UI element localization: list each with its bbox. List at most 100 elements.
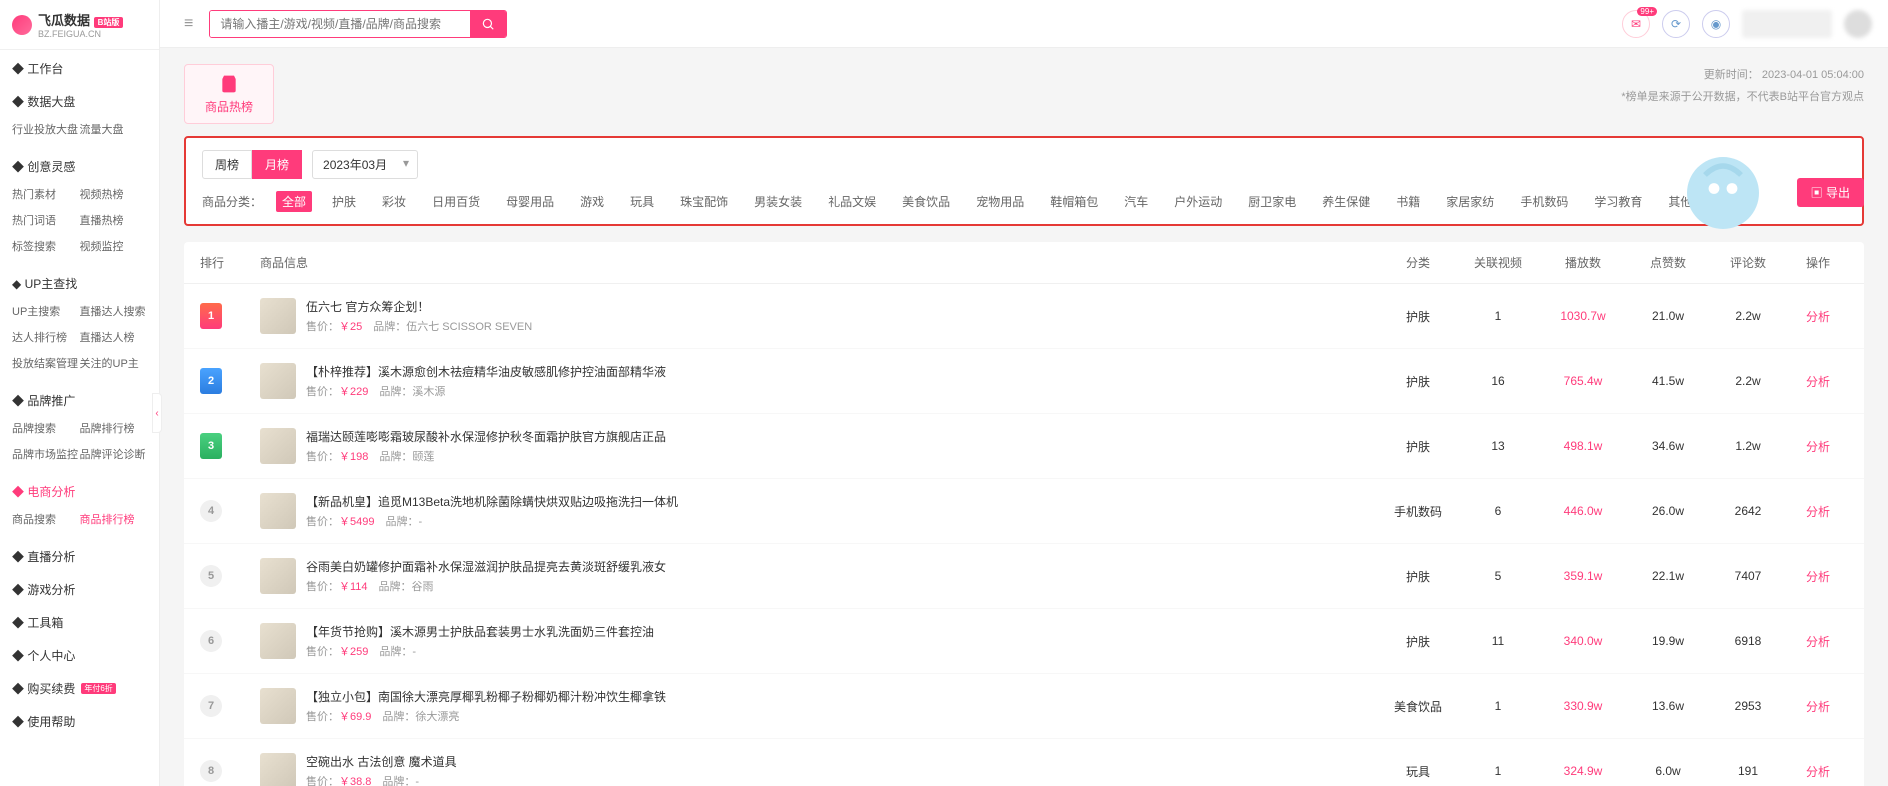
nav-group-4[interactable]: ◆ 品牌推广 [0, 382, 159, 415]
product-title[interactable]: 谷雨美白奶罐修护面霜补水保湿滋润护肤品提亮去黄淡斑舒缓乳液女 [306, 558, 666, 575]
nav-item[interactable]: 直播热榜 [80, 207, 148, 233]
nav-item[interactable]: 流量大盘 [80, 116, 148, 142]
month-select[interactable]: 2023年03月 [312, 150, 418, 179]
category-item[interactable]: 其他 [1662, 191, 1698, 212]
product-title[interactable]: 【新品机皇】追觅M13Beta洗地机除菌除螨快烘双贴边吸拖洗扫一体机 [306, 493, 678, 510]
cell-likes: 26.0w [1628, 504, 1708, 518]
nav-item[interactable]: 投放结案管理 [12, 350, 80, 376]
hot-rank-card[interactable]: 商品热榜 [184, 64, 274, 124]
nav-item[interactable]: UP主搜索 [12, 298, 80, 324]
category-item[interactable]: 户外运动 [1168, 191, 1228, 212]
category-item[interactable]: 彩妆 [376, 191, 412, 212]
nav-item[interactable]: 商品搜索 [12, 506, 80, 532]
nav-group-0[interactable]: ◆ 工作台 [0, 50, 159, 83]
logo[interactable]: 飞瓜数据 B站版 BZ.FEIGUA.CN [0, 0, 159, 50]
nav-item[interactable]: 标签搜索 [12, 233, 80, 259]
nav-item[interactable]: 品牌排行榜 [80, 415, 148, 441]
nav-item[interactable]: 行业投放大盘 [12, 116, 80, 142]
nav-group-9[interactable]: ◆ 个人中心 [0, 637, 159, 670]
category-item[interactable]: 美食饮品 [896, 191, 956, 212]
category-item[interactable]: 全部 [276, 191, 312, 212]
sidebar-collapse[interactable]: ‹ [152, 393, 162, 433]
period-tab-month[interactable]: 月榜 [252, 150, 302, 179]
help-icon[interactable]: ⟳ [1662, 10, 1690, 38]
nav-item[interactable]: 直播达人搜索 [80, 298, 148, 324]
nav-group-6[interactable]: ◆ 直播分析 [0, 538, 159, 571]
topbar: ≡ ✉99+ ⟳ ◉ [160, 0, 1888, 48]
nav-group-8[interactable]: ◆ 工具箱 [0, 604, 159, 637]
nav-item[interactable]: 品牌评论诊断 [80, 441, 148, 467]
category-item[interactable]: 鞋帽箱包 [1044, 191, 1104, 212]
nav-item[interactable]: 热门素材 [12, 181, 80, 207]
nav-item[interactable]: 视频监控 [80, 233, 148, 259]
category-item[interactable]: 汽车 [1118, 191, 1154, 212]
product-title[interactable]: 福瑞达颐莲嘭嘭霜玻尿酸补水保湿修护秋冬面霜护肤官方旗舰店正品 [306, 428, 666, 445]
product-thumb[interactable] [260, 558, 296, 594]
cell-plays: 446.0w [1538, 504, 1628, 518]
product-thumb[interactable] [260, 298, 296, 334]
product-thumb[interactable] [260, 623, 296, 659]
nav-group-2[interactable]: ◆ 创意灵感 [0, 148, 159, 181]
product-title[interactable]: 【朴梓推荐】溪木源愈创木祛痘精华油皮敏感肌修护控油面部精华液 [306, 363, 666, 380]
nav-item[interactable]: 关注的UP主 [80, 350, 148, 376]
nav-group-3[interactable]: ◆ UP主查找 [0, 265, 159, 298]
category-item[interactable]: 珠宝配饰 [674, 191, 734, 212]
product-thumb[interactable] [260, 363, 296, 399]
category-item[interactable]: 书籍 [1390, 191, 1426, 212]
analyze-link[interactable]: 分析 [1806, 440, 1830, 454]
analyze-link[interactable]: 分析 [1806, 310, 1830, 324]
category-item[interactable]: 游戏 [574, 191, 610, 212]
product-title[interactable]: 【独立小包】南国徐大漂亮厚椰乳粉椰子粉椰奶椰汁粉冲饮生椰拿铁 [306, 688, 666, 705]
cell-videos: 11 [1458, 634, 1538, 648]
nav-item[interactable]: 商品排行榜 [80, 506, 148, 532]
messages-icon[interactable]: ✉99+ [1622, 10, 1650, 38]
category-item[interactable]: 养生保健 [1316, 191, 1376, 212]
analyze-link[interactable]: 分析 [1806, 505, 1830, 519]
nav-group-10[interactable]: ◆ 购买续费 年付6折 [0, 670, 159, 703]
period-tab-week[interactable]: 周榜 [202, 150, 252, 179]
product-title[interactable]: 空碗出水 古法创意 魔术道具 [306, 753, 457, 770]
avatar[interactable] [1844, 10, 1872, 38]
nav-item[interactable]: 品牌搜索 [12, 415, 80, 441]
analyze-link[interactable]: 分析 [1806, 700, 1830, 714]
cell-plays: 324.9w [1538, 764, 1628, 778]
analyze-link[interactable]: 分析 [1806, 570, 1830, 584]
export-button[interactable]: ▣ 导出 [1797, 178, 1864, 207]
product-title[interactable]: 【年货节抢购】溪木源男士护肤品套装男士水乳洗面奶三件套控油 [306, 623, 654, 640]
user-name[interactable] [1742, 10, 1832, 38]
nav-item[interactable]: 达人排行榜 [12, 324, 80, 350]
search-button[interactable] [470, 11, 506, 37]
nav-item[interactable]: 品牌市场监控 [12, 441, 80, 467]
category-item[interactable]: 手机数码 [1514, 191, 1574, 212]
product-thumb[interactable] [260, 688, 296, 724]
logo-icon [12, 15, 32, 35]
nav-group-5[interactable]: ◆ 电商分析 [0, 473, 159, 506]
nav-item[interactable]: 热门词语 [12, 207, 80, 233]
nav-item[interactable]: 视频热榜 [80, 181, 148, 207]
category-item[interactable]: 厨卫家电 [1242, 191, 1302, 212]
category-item[interactable]: 学习教育 [1588, 191, 1648, 212]
product-thumb[interactable] [260, 753, 296, 786]
analyze-link[interactable]: 分析 [1806, 375, 1830, 389]
category-item[interactable]: 日用百货 [426, 191, 486, 212]
category-item[interactable]: 母婴用品 [500, 191, 560, 212]
category-item[interactable]: 男装女装 [748, 191, 808, 212]
product-thumb[interactable] [260, 428, 296, 464]
category-item[interactable]: 宠物用品 [970, 191, 1030, 212]
product-title[interactable]: 伍六七 官方众筹企划！ [306, 298, 532, 315]
category-item[interactable]: 护肤 [326, 191, 362, 212]
nav-item[interactable]: 直播达人榜 [80, 324, 148, 350]
nav-group-7[interactable]: ◆ 游戏分析 [0, 571, 159, 604]
cell-videos: 13 [1458, 439, 1538, 453]
category-item[interactable]: 家居家纺 [1440, 191, 1500, 212]
hamburger-icon[interactable]: ≡ [176, 15, 201, 33]
product-thumb[interactable] [260, 493, 296, 529]
nav-group-11[interactable]: ◆ 使用帮助 [0, 703, 159, 736]
analyze-link[interactable]: 分析 [1806, 635, 1830, 649]
category-item[interactable]: 礼品文娱 [822, 191, 882, 212]
support-icon[interactable]: ◉ [1702, 10, 1730, 38]
category-item[interactable]: 玩具 [624, 191, 660, 212]
analyze-link[interactable]: 分析 [1806, 765, 1830, 779]
search-input[interactable] [210, 11, 470, 37]
nav-group-1[interactable]: ◆ 数据大盘 [0, 83, 159, 116]
